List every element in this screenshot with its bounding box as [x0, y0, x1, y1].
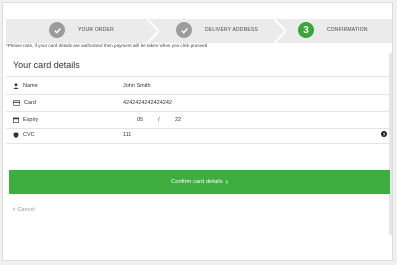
calendar-icon: [13, 117, 19, 123]
checkout-progress: YOUR ORDER DELIVERY ADDRESS 3 CONFIRMATI…: [6, 19, 392, 43]
expiry-label-text: Expiry: [23, 117, 39, 123]
name-value[interactable]: John Smith: [123, 83, 151, 89]
credit-card-icon: [13, 100, 20, 106]
expiry-separator: /: [158, 117, 160, 123]
step-delivery-address[interactable]: DELIVERY ADDRESS: [159, 19, 279, 43]
divider: [6, 94, 389, 95]
user-icon: [13, 83, 19, 89]
cvc-label: CVC: [13, 131, 35, 139]
step-number-badge: 3: [298, 22, 314, 38]
step-separator-icon: [274, 19, 286, 43]
cancel-label: Cancel: [17, 206, 35, 213]
step-label: CONFIRMATION: [327, 27, 368, 33]
cvc-value[interactable]: 111: [123, 132, 131, 138]
shield-icon: [13, 132, 19, 138]
expiry-month-value[interactable]: 05: [137, 117, 143, 123]
divider: [6, 128, 389, 129]
cancel-link[interactable]: ‹ Cancel: [13, 206, 35, 213]
step-label: YOUR ORDER: [78, 27, 114, 33]
chevron-left-icon: ‹: [13, 206, 16, 213]
card-details-title: Your card details: [13, 60, 80, 70]
scrollbar[interactable]: [389, 53, 392, 235]
step-label: DELIVERY ADDRESS: [205, 27, 259, 33]
divider: [6, 143, 389, 144]
divider: [6, 111, 389, 112]
check-icon: [176, 22, 192, 38]
step-confirmation[interactable]: 3 CONFIRMATION: [286, 19, 392, 43]
step-separator-icon: [147, 19, 159, 43]
check-icon: [49, 22, 65, 38]
expiry-label: Expiry: [13, 116, 38, 124]
help-icon[interactable]: ?: [381, 131, 387, 137]
card-label-text: Card: [24, 100, 36, 106]
payment-notice: *Please note, if your card details are a…: [6, 43, 208, 48]
name-label-text: Name: [23, 83, 38, 89]
expiry-year-value[interactable]: 22: [175, 117, 181, 123]
card-number-value[interactable]: 4242424242424242: [123, 100, 172, 106]
confirm-button-label: Confirm card details: [171, 179, 223, 185]
confirm-card-details-button[interactable]: Confirm card details ›: [9, 170, 390, 194]
name-label: Name: [13, 82, 38, 90]
divider: [6, 76, 389, 77]
card-label: Card: [13, 99, 36, 107]
step-your-order[interactable]: YOUR ORDER: [6, 19, 146, 43]
cvc-label-text: CVC: [23, 132, 35, 138]
chevron-right-icon: ›: [225, 178, 228, 186]
